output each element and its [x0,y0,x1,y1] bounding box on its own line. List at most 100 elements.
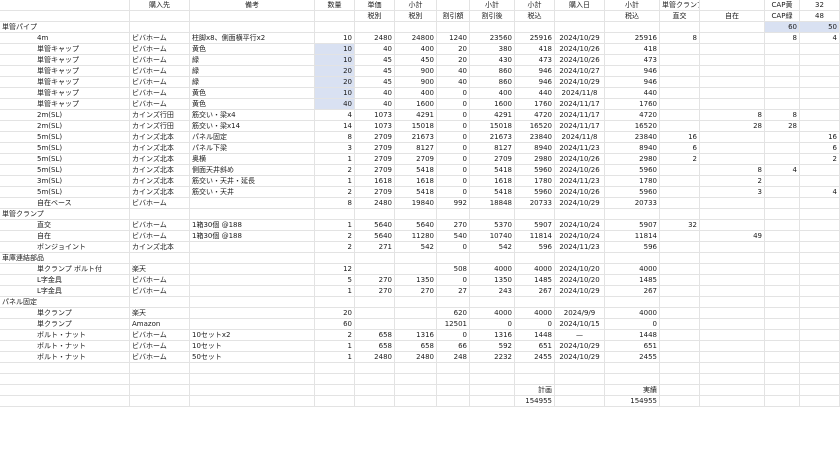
cell[interactable] [800,66,840,77]
cell[interactable] [660,275,700,286]
cell[interactable] [765,396,800,407]
cell[interactable]: 税別 [395,11,437,22]
cell[interactable] [0,11,130,22]
cell[interactable] [130,209,190,220]
cell[interactable]: 0 [437,165,470,176]
cell[interactable]: 440 [515,88,555,99]
cell[interactable] [437,22,470,33]
cell[interactable] [130,363,190,374]
cell[interactable]: 自在 [700,11,765,22]
cell[interactable]: 自在 [0,231,130,242]
cell[interactable] [315,297,355,308]
cell[interactable] [660,341,700,352]
cell[interactable]: 658 [395,341,437,352]
cell[interactable] [395,319,437,330]
cell[interactable]: 267 [515,286,555,297]
cell[interactable]: 900 [395,77,437,88]
cell[interactable] [355,264,395,275]
cell[interactable]: 単管キャップ [0,88,130,99]
cell[interactable] [605,22,660,33]
cell[interactable]: 2 [315,231,355,242]
cell[interactable] [437,0,470,11]
cell[interactable] [800,330,840,341]
cell[interactable] [190,209,315,220]
cell[interactable] [470,253,515,264]
cell[interactable]: 2024/10/26 [555,154,605,165]
cell[interactable] [660,308,700,319]
cell[interactable]: 14 [315,121,355,132]
cell[interactable]: カインズ行田 [130,121,190,132]
cell[interactable] [800,308,840,319]
cell[interactable] [700,330,765,341]
cell[interactable]: 28 [700,121,765,132]
cell[interactable] [800,341,840,352]
cell[interactable]: 2980 [605,154,660,165]
cell[interactable]: 2024/10/26 [555,187,605,198]
cell[interactable]: 小計 [395,0,437,11]
cell[interactable]: 1448 [515,330,555,341]
cell[interactable] [605,209,660,220]
cell[interactable] [700,396,765,407]
cell[interactable]: 2455 [605,352,660,363]
cell[interactable]: 楽天 [130,264,190,275]
cell[interactable]: 20 [437,55,470,66]
cell[interactable]: 0 [437,132,470,143]
cell[interactable]: 40 [355,99,395,110]
cell[interactable]: ビバホーム [130,66,190,77]
cell[interactable]: 20 [315,77,355,88]
cell[interactable]: 2024/11/23 [555,242,605,253]
cell[interactable] [355,319,395,330]
cell[interactable]: ビバホーム [130,220,190,231]
cell[interactable] [800,275,840,286]
cell[interactable]: 11814 [605,231,660,242]
cell[interactable]: 2024/10/29 [555,286,605,297]
cell[interactable] [395,396,437,407]
cell[interactable] [800,396,840,407]
cell[interactable]: 2024/10/29 [555,33,605,44]
cell[interactable] [800,77,840,88]
cell[interactable]: 楽天 [130,308,190,319]
cell[interactable]: 23560 [470,33,515,44]
cell[interactable]: 12 [315,264,355,275]
cell[interactable] [315,11,355,22]
cell[interactable]: 4720 [515,110,555,121]
cell[interactable]: 5m(SL) [0,154,130,165]
cell[interactable] [395,374,437,385]
cell[interactable]: 5960 [515,187,555,198]
cell[interactable]: パネル固定 [190,132,315,143]
cell[interactable]: 16 [800,132,840,143]
cell[interactable] [765,385,800,396]
cell[interactable] [190,319,315,330]
cell[interactable] [190,308,315,319]
cell[interactable] [800,176,840,187]
cell[interactable]: 2024/10/24 [555,220,605,231]
cell[interactable]: 5418 [470,187,515,198]
cell[interactable] [660,198,700,209]
cell[interactable]: 2 [315,330,355,341]
cell[interactable]: 0 [437,176,470,187]
cell[interactable]: 10 [315,44,355,55]
cell[interactable] [800,110,840,121]
cell[interactable]: 32 [800,0,840,11]
cell[interactable]: 税込 [515,11,555,22]
cell[interactable]: ビバホーム [130,330,190,341]
cell[interactable]: 4000 [515,264,555,275]
cell[interactable] [315,385,355,396]
cell[interactable] [765,176,800,187]
cell[interactable] [555,209,605,220]
cell[interactable]: ボルト・ナット [0,330,130,341]
cell[interactable] [355,22,395,33]
cell[interactable] [660,385,700,396]
cell[interactable] [800,253,840,264]
cell[interactable] [800,242,840,253]
cell[interactable]: 1箱30個 @188 [190,231,315,242]
cell[interactable] [765,374,800,385]
cell[interactable]: 単管キャップ [0,77,130,88]
cell[interactable]: 10 [315,33,355,44]
cell[interactable]: 8940 [515,143,555,154]
cell[interactable]: 8 [315,132,355,143]
cell[interactable]: 658 [355,330,395,341]
cell[interactable]: 946 [515,66,555,77]
cell[interactable]: 税別 [355,11,395,22]
cell[interactable]: カインズ北本 [130,143,190,154]
